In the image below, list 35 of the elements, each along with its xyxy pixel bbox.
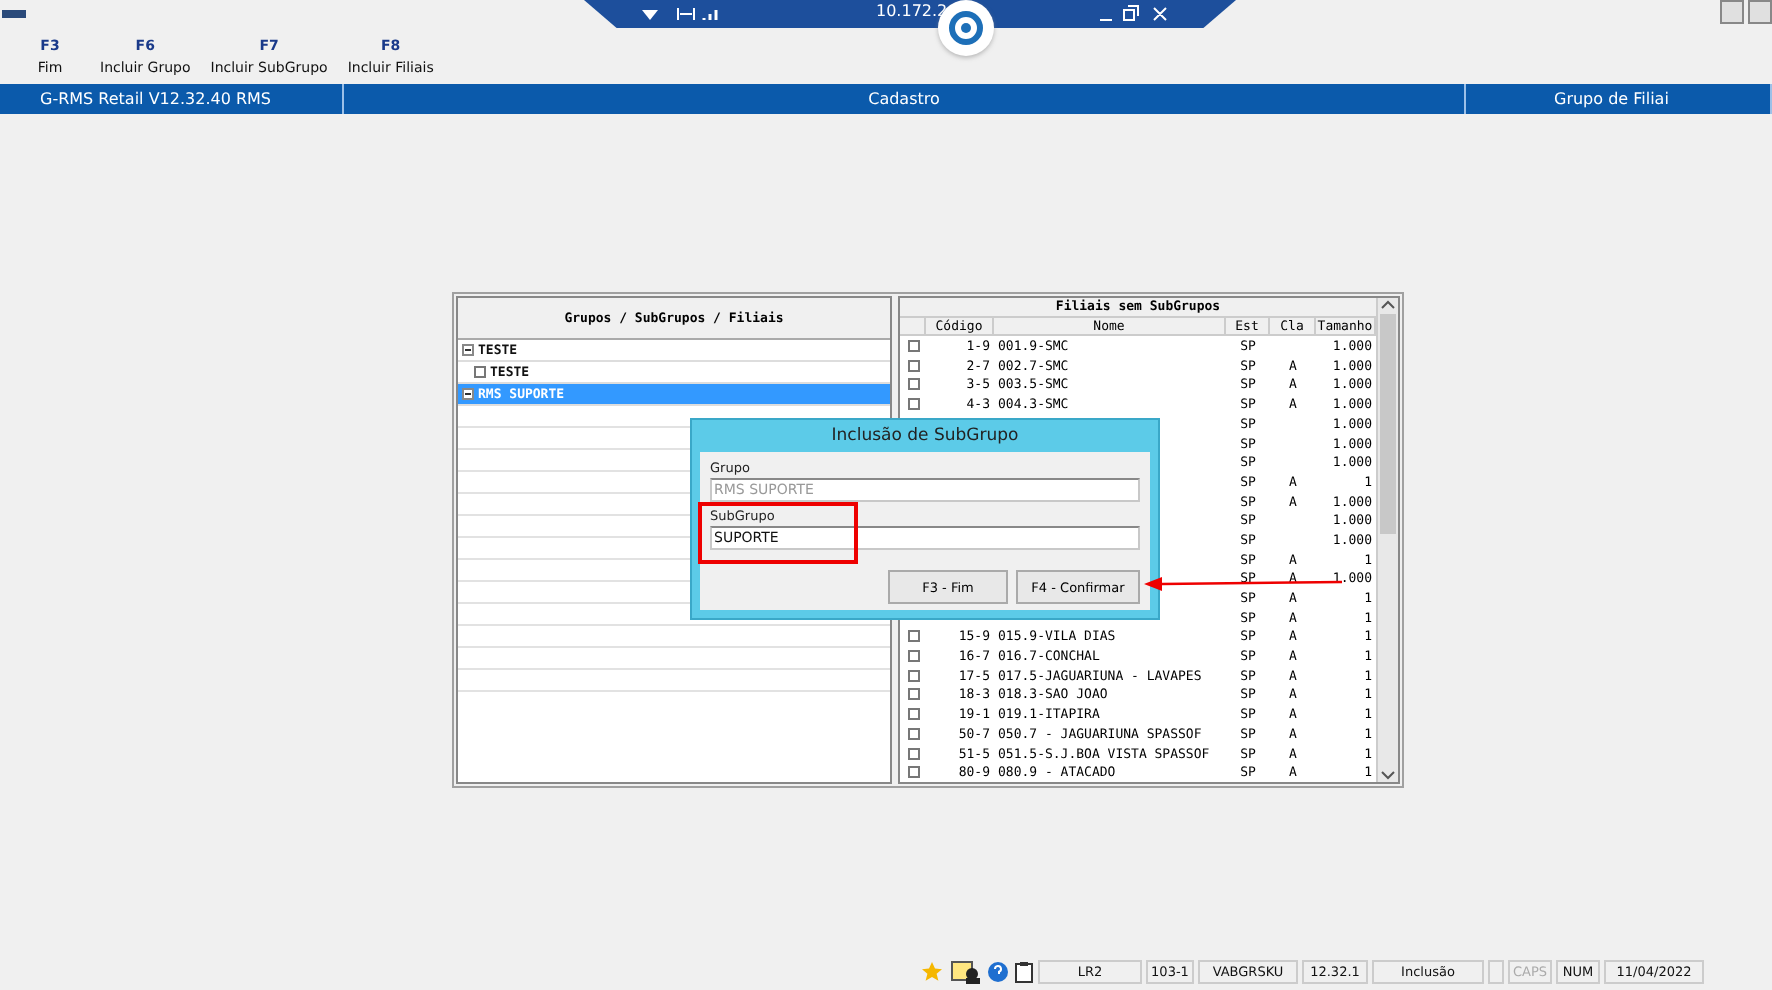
row-checkbox[interactable]: [907, 630, 919, 643]
scrollbar[interactable]: [1376, 298, 1398, 782]
row-checkbox[interactable]: [907, 398, 919, 411]
row-checkbox[interactable]: [907, 650, 919, 663]
row-checkbox[interactable]: [907, 378, 919, 391]
app-version: G-RMS Retail V12.32.40 RMS: [0, 84, 344, 114]
row-checkbox[interactable]: [907, 340, 919, 353]
row-checkbox[interactable]: [907, 766, 919, 779]
minimize-button[interactable]: [1720, 0, 1744, 24]
row-checkbox[interactable]: [907, 747, 919, 760]
remote-address: 10.172.2: [876, 2, 948, 20]
row-checkbox[interactable]: [907, 688, 919, 701]
row-checkbox[interactable]: [907, 708, 919, 721]
dropdown-icon[interactable]: [640, 6, 660, 22]
scroll-up-icon[interactable]: [1380, 298, 1396, 310]
maximize-button[interactable]: [1748, 0, 1772, 24]
row-checkbox[interactable]: [907, 727, 919, 740]
star-icon[interactable]: [921, 961, 941, 981]
clipboard-icon[interactable]: [1014, 959, 1034, 983]
user-folder-icon[interactable]: [950, 959, 982, 983]
help-icon[interactable]: [986, 959, 1010, 983]
row-checkbox[interactable]: [907, 669, 919, 682]
status-cell: [1488, 959, 1504, 983]
signal-icon: [702, 6, 722, 22]
screen-title: Grupo de Filiai: [1466, 84, 1772, 114]
collapse-icon[interactable]: [462, 388, 474, 400]
row-checkbox[interactable]: [907, 359, 919, 372]
pin-icon[interactable]: [676, 6, 696, 22]
section-title: Cadastro: [344, 84, 1466, 114]
dialog-title: Inclusão de SubGrupo: [829, 424, 1021, 450]
checkbox[interactable]: [474, 366, 486, 378]
collapse-icon[interactable]: [462, 344, 474, 356]
column-header: [900, 317, 926, 337]
scroll-down-icon[interactable]: [1380, 770, 1396, 782]
app-logo-icon: [2, 6, 26, 22]
